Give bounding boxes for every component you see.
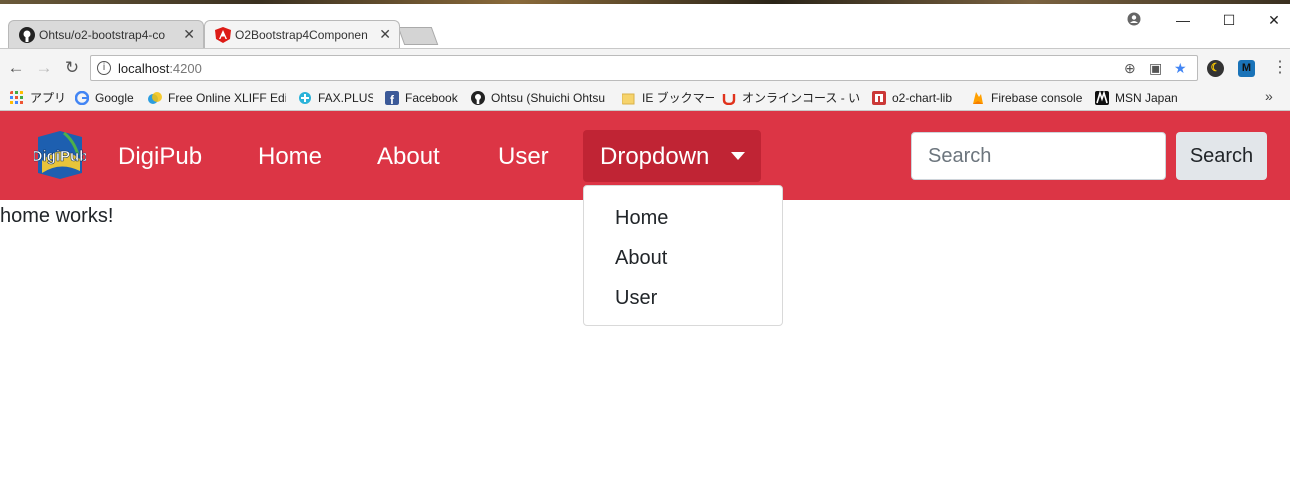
bookmark-github-ohtsu[interactable]: Ohtsu (Shuichi Ohtsu — [471, 90, 607, 107]
msn-icon — [1095, 91, 1109, 105]
url-text[interactable]: localhost:4200 — [118, 61, 202, 76]
bookmark-ie-folder[interactable]: IE ブックマーク — [622, 90, 714, 107]
github-icon — [19, 27, 35, 43]
tab-title: Ohtsu/o2-bootstrap4-co — [39, 28, 166, 42]
new-tab-button[interactable] — [397, 27, 439, 45]
firebase-icon — [973, 92, 983, 104]
bookmark-facebook[interactable]: f Facebook — [385, 90, 460, 107]
bookmark-udemy[interactable]: オンラインコース - いつで — [722, 90, 860, 107]
bookmark-google[interactable]: Google — [75, 90, 141, 107]
bookmark-faxplus[interactable]: FAX.PLUS — [298, 90, 373, 107]
tab-github[interactable]: Ohtsu/o2-bootstrap4-co ✕ — [8, 20, 204, 48]
angular-icon — [215, 27, 231, 43]
dropdown-toggle-button[interactable]: Dropdown — [583, 130, 761, 182]
google-icon — [75, 91, 89, 105]
profile-icon[interactable] — [1124, 12, 1144, 28]
minimize-icon[interactable]: — — [1173, 12, 1193, 28]
home-component-text: home works! — [0, 205, 114, 227]
xliff-icon — [148, 92, 162, 104]
menu-kebab-icon[interactable]: ⋮ — [1270, 58, 1290, 78]
forward-arrow-icon[interactable]: → — [34, 58, 54, 78]
tab-close-icon[interactable]: ✕ — [379, 26, 391, 43]
dropdown-label: Dropdown — [600, 143, 710, 170]
dropdown-item-user[interactable]: User — [615, 286, 657, 310]
reload-icon[interactable]: ↻ — [62, 58, 82, 78]
npm-icon — [872, 91, 886, 105]
bookmark-apps[interactable]: アプリ — [10, 90, 68, 107]
info-icon[interactable]: i — [97, 61, 111, 75]
bookmark-star-icon[interactable]: ★ — [1174, 60, 1187, 77]
dropdown-menu: Home About User — [583, 185, 783, 326]
zoom-icon[interactable]: ⊕ — [1124, 60, 1136, 77]
browser-toolbar: ← → ↻ i localhost:4200 ⊕ ▣ ★ ☾ M ⋮ — [0, 48, 1290, 86]
bookmark-o2-chart-lib[interactable]: o2-chart-lib — [872, 90, 962, 107]
tab-title: O2Bootstrap4Componen — [235, 28, 368, 42]
bookmark-firebase[interactable]: Firebase console — [971, 90, 1087, 107]
digipub-logo[interactable]: DigiPub — [34, 131, 86, 179]
bookmarks-bar: アプリ Google Free Online XLIFF Edi FAX.PLU… — [0, 86, 1290, 111]
dropdown-item-about[interactable]: About — [615, 246, 667, 270]
apps-grid-icon — [10, 91, 23, 104]
address-bar[interactable]: i localhost:4200 ⊕ ▣ ★ — [90, 55, 1198, 81]
back-arrow-icon[interactable]: ← — [6, 58, 26, 78]
folder-icon — [622, 93, 635, 105]
search-button[interactable]: Search — [1176, 132, 1267, 180]
navbar-brand[interactable]: DigiPub — [118, 143, 202, 171]
facebook-icon: f — [385, 91, 399, 105]
extension-moon-icon[interactable]: ☾ — [1207, 60, 1224, 77]
caret-down-icon — [731, 152, 745, 160]
fax-plus-icon — [299, 92, 311, 104]
nav-link-user[interactable]: User — [498, 143, 549, 171]
tab-close-icon[interactable]: ✕ — [183, 26, 195, 43]
extension-m-icon[interactable]: M — [1238, 60, 1255, 77]
nav-link-about[interactable]: About — [377, 143, 440, 171]
svg-text:DigiPub: DigiPub — [34, 148, 86, 165]
search-input[interactable] — [911, 132, 1166, 180]
tab-o2bootstrap4[interactable]: O2Bootstrap4Componen ✕ — [204, 20, 400, 48]
github-icon — [471, 91, 485, 105]
more-bookmarks-icon[interactable]: » — [1265, 88, 1273, 104]
close-window-icon[interactable]: ✕ — [1264, 12, 1284, 28]
bookmark-xliff[interactable]: Free Online XLIFF Edi — [148, 90, 286, 107]
translate-icon[interactable]: ▣ — [1149, 60, 1162, 77]
nav-link-home[interactable]: Home — [258, 143, 322, 171]
maximize-icon[interactable]: ☐ — [1219, 12, 1239, 28]
dropdown-item-home[interactable]: Home — [615, 206, 668, 230]
bookmark-msn[interactable]: MSN Japan — [1095, 90, 1185, 107]
udemy-icon — [722, 94, 736, 105]
